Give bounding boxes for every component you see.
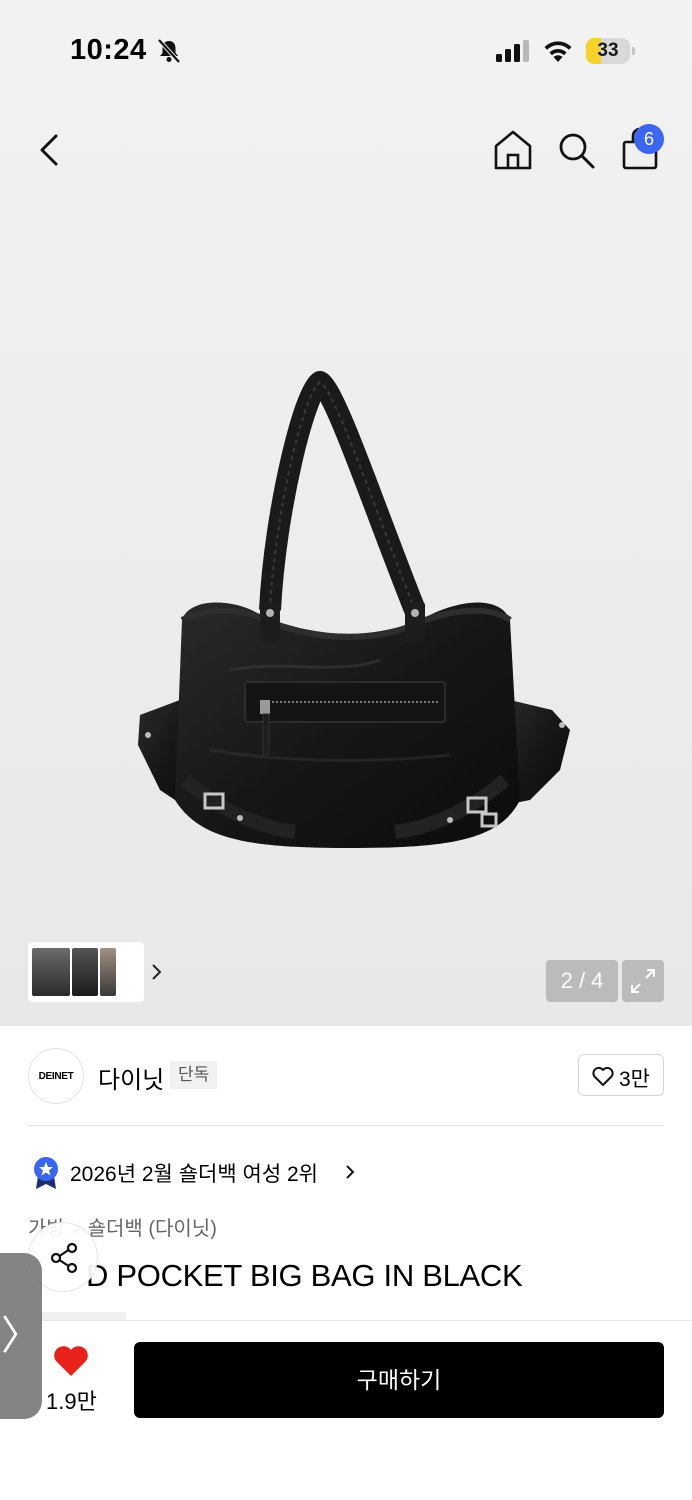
back-icon[interactable] bbox=[30, 126, 70, 174]
home-icon[interactable] bbox=[492, 128, 534, 172]
status-time: 10:24 bbox=[70, 34, 147, 66]
chevron-right-icon[interactable] bbox=[344, 1162, 356, 1182]
status-bar: 10:24 33 bbox=[0, 0, 692, 100]
cellular-signal-icon bbox=[496, 40, 529, 62]
side-drawer-handle[interactable]: 〉 bbox=[0, 1253, 42, 1419]
buy-button[interactable]: 구매하기 bbox=[134, 1342, 664, 1418]
expand-icon[interactable] bbox=[622, 960, 664, 1002]
search-icon[interactable] bbox=[556, 130, 596, 170]
brand-like-button[interactable]: 3만 bbox=[578, 1054, 664, 1096]
image-page-indicator: 2 / 4 bbox=[546, 960, 618, 1002]
thumbnail-image[interactable] bbox=[72, 948, 98, 996]
wifi-icon bbox=[544, 41, 572, 62]
brand-logo[interactable]: DEINET bbox=[28, 1048, 84, 1104]
brand-like-count: 3만 bbox=[619, 1068, 650, 1091]
battery-percent: 33 bbox=[597, 40, 619, 61]
product-title: D POCKET BIG BAG IN BLACK bbox=[86, 1258, 523, 1293]
bell-off-icon bbox=[157, 38, 181, 64]
product-image[interactable] bbox=[120, 370, 580, 860]
thumbnail-image[interactable] bbox=[32, 948, 70, 996]
ranking-badge-icon bbox=[34, 1157, 58, 1189]
divider bbox=[28, 1125, 664, 1126]
heart-filled-icon[interactable] bbox=[52, 1344, 90, 1378]
thumbnail-strip[interactable] bbox=[28, 942, 162, 1002]
share-icon bbox=[50, 1242, 78, 1274]
thumbnail-image[interactable] bbox=[100, 948, 116, 996]
battery-indicator: 33 bbox=[586, 38, 635, 64]
brand-name[interactable]: 다이닛 bbox=[98, 1060, 164, 1095]
exclusive-tag: 단독 bbox=[170, 1061, 218, 1089]
wish-count: 1.9만 bbox=[46, 1389, 97, 1414]
heart-outline-icon bbox=[592, 1066, 614, 1086]
ranking-text[interactable]: 2026년 2월 숄더백 여성 2위 bbox=[70, 1158, 318, 1188]
cart-count-badge: 6 bbox=[634, 124, 664, 154]
chevron-right-icon[interactable] bbox=[150, 960, 164, 984]
